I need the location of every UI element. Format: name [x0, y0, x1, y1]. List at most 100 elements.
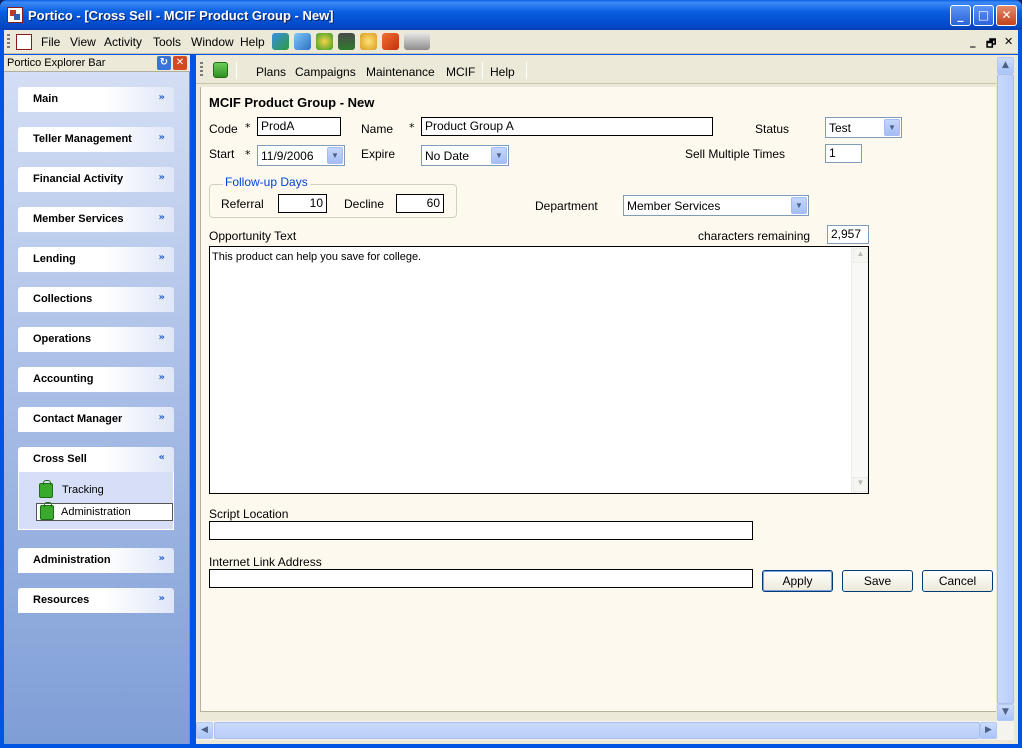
section-label: Administration — [33, 554, 111, 566]
nav-item-label: Tracking — [62, 484, 104, 496]
section-accounting[interactable]: Accounting » — [18, 367, 174, 392]
scroll-down-icon[interactable]: ▼ — [853, 477, 868, 492]
vertical-scrollbar[interactable]: ▲ ▼ — [997, 57, 1014, 721]
menu-help[interactable]: Help — [240, 35, 265, 49]
print-dropdown-icon[interactable] — [404, 33, 430, 50]
horizontal-scroll-thumb[interactable] — [214, 722, 980, 739]
download-icon[interactable] — [338, 33, 355, 50]
section-label: Main — [33, 93, 59, 105]
department-select[interactable]: Member Services ▼ — [623, 195, 809, 216]
toolbar-grip-icon[interactable] — [200, 62, 203, 78]
bag-icon[interactable] — [360, 33, 377, 50]
opportunity-scrollbar[interactable]: ▲ ▼ — [851, 247, 868, 493]
toolbar-plans[interactable]: Plans — [256, 65, 286, 79]
expand-chevron-icon[interactable]: » — [159, 252, 165, 263]
menu-activity[interactable]: Activity — [104, 35, 142, 49]
followup-days-title: Follow-up Days — [223, 175, 310, 189]
app-menu-icon[interactable] — [16, 34, 32, 50]
horizontal-scrollbar[interactable]: ◀ ▶ — [196, 721, 1014, 740]
sell-multiple-input[interactable]: 1 — [825, 144, 862, 163]
close-button[interactable]: ✕ — [996, 5, 1017, 26]
name-input[interactable]: Product Group A — [421, 117, 713, 136]
chevron-down-icon[interactable]: ▼ — [884, 119, 900, 136]
refresh-icon[interactable]: ↻ — [157, 56, 171, 70]
internet-link-input[interactable] — [209, 569, 753, 588]
expand-chevron-icon[interactable]: » — [159, 412, 165, 423]
section-label: Contact Manager — [33, 413, 123, 425]
section-cross-sell[interactable]: Cross Sell « — [18, 447, 174, 472]
scroll-up-icon[interactable]: ▲ — [997, 57, 1014, 74]
toolbar-help[interactable]: Help — [490, 65, 515, 79]
maximize-button[interactable]: □ — [973, 5, 994, 26]
expand-chevron-icon[interactable]: » — [159, 292, 165, 303]
save-button[interactable]: Save — [842, 570, 913, 592]
toolbar-maintenance[interactable]: Maintenance — [366, 65, 435, 79]
close-explorer-button[interactable]: ✕ — [173, 56, 187, 70]
chevron-down-icon[interactable]: ▼ — [327, 147, 343, 164]
section-contact-manager[interactable]: Contact Manager » — [18, 407, 174, 432]
expand-chevron-icon[interactable]: » — [159, 172, 165, 183]
expand-chevron-icon[interactable]: » — [159, 92, 165, 103]
toolbar-campaigns[interactable]: Campaigns — [295, 65, 356, 79]
expand-chevron-icon[interactable]: » — [159, 372, 165, 383]
expand-chevron-icon[interactable]: » — [159, 132, 165, 143]
chevron-down-icon[interactable]: ▼ — [791, 197, 807, 214]
section-member-services[interactable]: Member Services » — [18, 207, 174, 232]
section-lending[interactable]: Lending » — [18, 247, 174, 272]
nav-item-administration[interactable]: Administration — [36, 502, 173, 521]
apply-button[interactable]: Apply — [762, 570, 833, 592]
referral-days-input[interactable]: 10 — [278, 194, 327, 213]
menu-file[interactable]: File — [41, 35, 60, 49]
nav-item-tracking[interactable]: Tracking — [21, 480, 158, 500]
collapse-chevron-icon[interactable]: « — [159, 452, 165, 463]
mdi-restore-button[interactable]: 🗗 — [986, 35, 996, 54]
start-date-picker[interactable]: 11/9/2006 ▼ — [257, 145, 345, 166]
cards-icon[interactable] — [294, 33, 311, 50]
menu-view[interactable]: View — [70, 35, 96, 49]
redo-icon[interactable] — [382, 33, 399, 50]
section-main[interactable]: Main » — [18, 87, 174, 112]
opportunity-text-area[interactable]: This product can help you save for colle… — [209, 246, 869, 494]
explorer-bar-header: Portico Explorer Bar ↻ ✕ — [4, 55, 190, 72]
chevron-down-icon[interactable]: ▼ — [491, 147, 507, 164]
cross-sell-icon[interactable] — [213, 62, 228, 78]
scroll-up-icon[interactable]: ▲ — [853, 248, 868, 263]
section-administration[interactable]: Administration » — [18, 548, 174, 573]
code-input[interactable]: ProdA — [257, 117, 341, 136]
scroll-right-icon[interactable]: ▶ — [980, 722, 997, 739]
expand-chevron-icon[interactable]: » — [159, 212, 165, 223]
cancel-button[interactable]: Cancel — [922, 570, 993, 592]
mdi-minimize-button[interactable]: _ — [970, 35, 976, 48]
mdi-close-button[interactable]: ✕ — [1004, 35, 1013, 48]
status-select[interactable]: Test ▼ — [825, 117, 902, 138]
expand-chevron-icon[interactable]: » — [159, 553, 165, 564]
opportunity-text-label: Opportunity Text — [209, 229, 297, 243]
cross-sell-toolbar: Plans Campaigns Maintenance MCIF Help — [196, 57, 996, 84]
app-logo-icon[interactable] — [7, 7, 23, 23]
expand-chevron-icon[interactable]: » — [159, 593, 165, 604]
department-select-value: Member Services — [627, 199, 721, 213]
minimize-button[interactable]: _ — [950, 5, 971, 26]
menu-tools[interactable]: Tools — [153, 35, 181, 49]
toolbar-mcif[interactable]: MCIF — [446, 65, 475, 79]
section-resources[interactable]: Resources » — [18, 588, 174, 613]
scroll-down-icon[interactable]: ▼ — [997, 704, 1014, 721]
section-teller-management[interactable]: Teller Management » — [18, 127, 174, 152]
script-location-input[interactable] — [209, 521, 753, 540]
toolbar-grip-icon[interactable] — [7, 34, 10, 50]
section-collections[interactable]: Collections » — [18, 287, 174, 312]
decline-days-input[interactable]: 60 — [396, 194, 444, 213]
scroll-left-icon[interactable]: ◀ — [196, 722, 213, 739]
expire-date-picker[interactable]: No Date ▼ — [421, 145, 509, 166]
section-operations[interactable]: Operations » — [18, 327, 174, 352]
section-financial-activity[interactable]: Financial Activity » — [18, 167, 174, 192]
vertical-scroll-thumb[interactable] — [997, 74, 1014, 704]
start-label: Start — [209, 147, 235, 161]
title-bar[interactable]: Portico - [Cross Sell - MCIF Product Gro… — [0, 0, 1022, 30]
expire-label: Expire — [361, 147, 396, 161]
menu-window[interactable]: Window — [191, 35, 234, 49]
money-icon[interactable] — [316, 33, 333, 50]
application-window: Portico - [Cross Sell - MCIF Product Gro… — [0, 0, 1022, 748]
expand-chevron-icon[interactable]: » — [159, 332, 165, 343]
network-icon[interactable] — [272, 33, 289, 50]
